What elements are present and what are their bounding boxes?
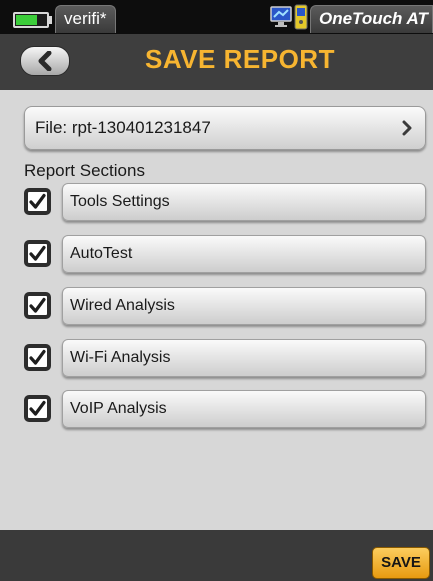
battery-icon	[13, 12, 49, 28]
section-row-autotest: AutoTest	[24, 235, 426, 273]
section-label: Wired Analysis	[70, 297, 175, 314]
file-name-button[interactable]: File: rpt-130401231847	[24, 106, 426, 150]
header: SAVE REPORT	[0, 34, 433, 90]
checkmark-icon	[29, 349, 46, 365]
section-row-wifi-analysis: Wi-Fi Analysis	[24, 339, 426, 377]
chevron-right-icon	[402, 120, 412, 136]
profile-tab[interactable]: verifi*	[55, 5, 116, 33]
chevron-left-icon	[38, 51, 52, 71]
monitor-icon[interactable]	[270, 6, 292, 28]
page-title: SAVE REPORT	[145, 44, 335, 74]
autotest-button[interactable]: AutoTest	[62, 235, 426, 273]
status-bar: verifi* OneTouch AT	[0, 0, 433, 34]
checkmark-icon	[29, 245, 46, 261]
device-name: OneTouch AT	[319, 9, 428, 28]
section-label: Tools Settings	[70, 193, 170, 210]
profile-name: verifi*	[64, 9, 107, 28]
tools-settings-button[interactable]: Tools Settings	[62, 183, 426, 221]
wifi-analysis-checkbox[interactable]	[24, 344, 51, 371]
section-row-wired-analysis: Wired Analysis	[24, 287, 426, 325]
file-name-label: File: rpt-130401231847	[35, 118, 211, 137]
footer-bar: SAVE	[0, 530, 433, 581]
main-content: File: rpt-130401231847 Report Sections T…	[0, 90, 433, 530]
save-button[interactable]: SAVE	[372, 547, 430, 579]
section-row-tools-settings: Tools Settings	[24, 183, 426, 221]
voip-analysis-checkbox[interactable]	[24, 395, 51, 422]
section-label: VoIP Analysis	[70, 400, 167, 417]
report-sections-heading: Report Sections	[24, 161, 145, 180]
wired-analysis-button[interactable]: Wired Analysis	[62, 287, 426, 325]
device-tab[interactable]: OneTouch AT	[310, 5, 433, 33]
battery-level-fill	[16, 15, 37, 25]
device-icon[interactable]	[294, 4, 308, 30]
autotest-checkbox[interactable]	[24, 240, 51, 267]
checkmark-icon	[29, 400, 46, 416]
tools-settings-checkbox[interactable]	[24, 188, 51, 215]
back-button[interactable]	[20, 46, 70, 76]
section-label: Wi-Fi Analysis	[70, 349, 171, 366]
battery-tip	[49, 16, 52, 24]
section-row-voip-analysis: VoIP Analysis	[24, 390, 426, 428]
voip-analysis-button[interactable]: VoIP Analysis	[62, 390, 426, 428]
section-label: AutoTest	[70, 245, 133, 262]
checkmark-icon	[29, 193, 46, 209]
checkmark-icon	[29, 297, 46, 313]
wifi-analysis-button[interactable]: Wi-Fi Analysis	[62, 339, 426, 377]
wired-analysis-checkbox[interactable]	[24, 292, 51, 319]
